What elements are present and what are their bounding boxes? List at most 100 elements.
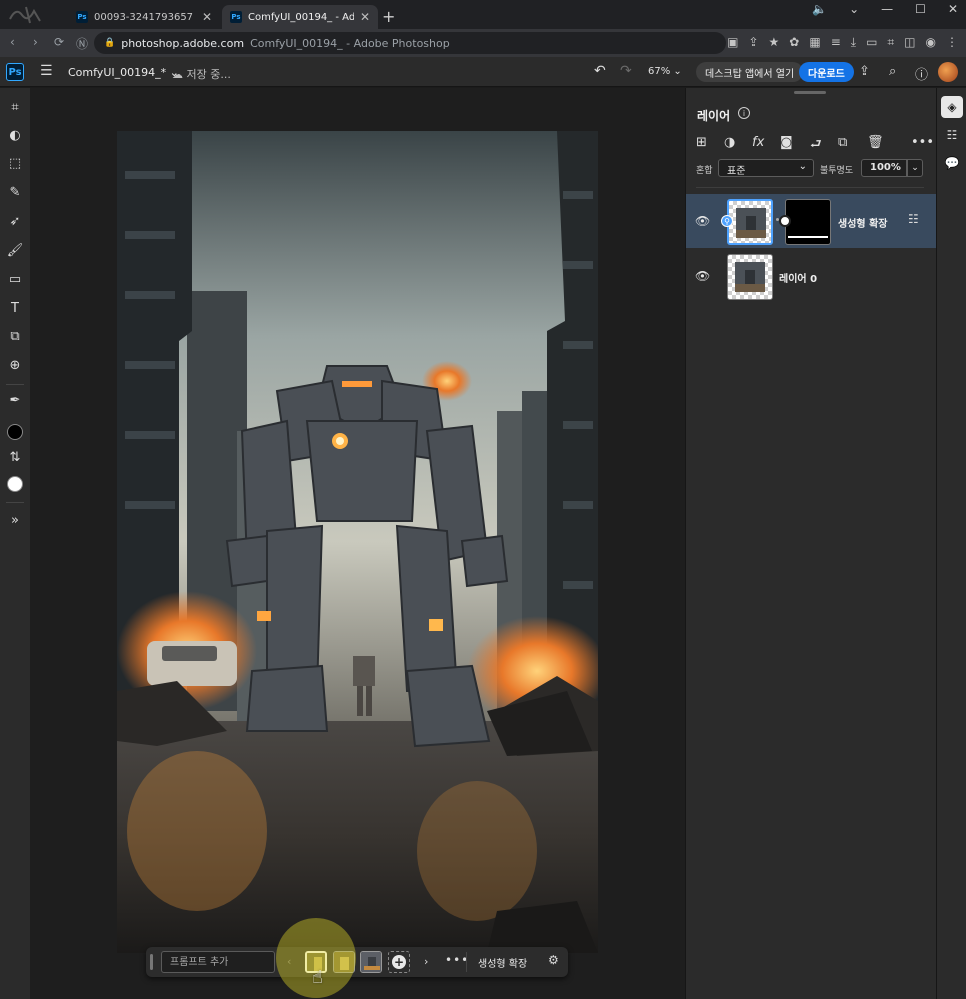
blend-mode-select[interactable]: 표준 ⌄ — [718, 159, 814, 177]
address-bar[interactable]: 🔒 photoshop.adobe.com ComfyUI_00194_ - A… — [94, 32, 726, 54]
tools-panel: ⌗ ◐ ⬚ ✎ ➶ 🖌 ▭ T ⧉ ⊕ ✒ ⇅ » — [0, 88, 30, 999]
quick-action-tool-icon[interactable]: ➶ — [7, 213, 23, 229]
download-button[interactable]: 다운로드 — [799, 62, 854, 82]
layer-name[interactable]: 레이어 0 — [779, 270, 817, 285]
opacity-input[interactable]: 100% — [861, 159, 907, 177]
more-options-icon[interactable]: ••• — [911, 135, 934, 150]
clip-icon[interactable]: ⮐ — [810, 135, 822, 157]
maximize-button[interactable]: ☐ — [915, 2, 926, 16]
help-icon[interactable]: ⓘ — [915, 64, 928, 83]
image-place-tool-icon[interactable]: ⧉ — [7, 328, 23, 344]
visibility-eye-icon[interactable]: 👁 — [695, 269, 710, 283]
tab-doc-00093[interactable]: Ps 00093-3241793657 - Adobe ✕ — [68, 5, 220, 29]
foreground-color-swatch[interactable] — [7, 424, 23, 440]
layers-panel-icon[interactable]: ◈ — [941, 96, 963, 118]
visibility-eye-icon[interactable]: 👁 — [695, 214, 710, 228]
generative-expand-label[interactable]: 생성형 확장 — [478, 955, 527, 970]
layer-properties-icon[interactable]: ☷ — [908, 212, 919, 226]
open-in-desktop-button[interactable]: 데스크탑 앱에서 열기 — [696, 62, 804, 82]
canvas-image-robot-city[interactable] — [117, 131, 598, 953]
background-color-swatch[interactable] — [7, 476, 23, 492]
save-status: ☁ 저장 중... — [172, 68, 231, 81]
layers-panel: 레이어 i ⊞ ◑ fx ◙ ⮐ ⧉ 🗑 ••• 혼합 표준 ⌄ 불투명도 10… — [685, 88, 936, 999]
healing-brush-tool-icon[interactable]: ✎ — [7, 184, 23, 200]
zoom-value: 67% — [648, 66, 671, 77]
drag-handle[interactable] — [150, 954, 153, 970]
properties-panel-icon[interactable]: ☷ — [941, 124, 963, 146]
panel-drag-handle[interactable] — [794, 91, 826, 94]
comments-panel-icon[interactable]: 💬 — [941, 152, 963, 174]
layer-mask-thumbnail[interactable] — [785, 199, 831, 245]
mask-icon[interactable]: ◙ — [780, 135, 793, 150]
minimize-button[interactable]: — — [881, 2, 893, 16]
prompt-input[interactable] — [161, 951, 275, 973]
back-icon[interactable]: ‹ — [10, 35, 15, 49]
photoshop-favicon-icon: Ps — [76, 11, 88, 23]
avatar[interactable] — [938, 62, 958, 82]
menu-icon[interactable]: ⋮ — [946, 35, 958, 50]
adjustment-layer-icon[interactable]: ◑ — [724, 135, 735, 150]
lock-icon: 🔒 — [104, 38, 116, 48]
share-icon[interactable]: ⇪ — [859, 64, 870, 79]
redo-icon[interactable]: ↷ — [620, 63, 632, 79]
opacity-chevron-icon[interactable]: ⌄ — [907, 159, 923, 177]
variation-thumbnail-3[interactable] — [360, 951, 382, 973]
generative-tool-icon[interactable]: ⊕ — [7, 357, 23, 373]
screenshot-icon[interactable]: ⌗ — [887, 35, 894, 50]
document-name-menu[interactable]: ComfyUI_00194_* ⌄ — [68, 66, 179, 79]
zoom-level-dropdown[interactable]: 67% ⌄ — [648, 66, 682, 77]
close-window-button[interactable]: ✕ — [948, 2, 958, 16]
download-icon[interactable]: ⤓ — [851, 35, 856, 50]
extension-icon[interactable]: ✿ — [789, 35, 799, 50]
profile-icon[interactable]: ◉ — [926, 35, 936, 50]
url-host: photoshop.adobe.com — [121, 36, 245, 50]
next-variation-icon[interactable]: › — [424, 955, 428, 968]
hamburger-menu-icon[interactable]: ☰ — [40, 63, 53, 79]
mask-badge-icon — [779, 215, 791, 227]
layer-row-generative-expand[interactable]: 👁 ⚲ 생성형 확장 ☷ — [686, 194, 936, 248]
object-select-tool-icon[interactable]: ⬚ — [7, 155, 23, 171]
delete-layer-icon[interactable]: 🗑 — [867, 135, 884, 150]
generate-more-button[interactable]: + — [388, 951, 410, 973]
forward-icon[interactable]: › — [33, 35, 38, 49]
sidebar-icon[interactable]: ◫ — [904, 35, 915, 50]
reload-icon[interactable]: ⟳ — [54, 35, 64, 49]
video-icon[interactable]: ▭ — [866, 35, 877, 50]
brush-tool-icon[interactable]: 🖌 — [7, 242, 24, 258]
swap-colors-icon[interactable]: ⇅ — [7, 449, 23, 465]
flag-icon[interactable]: ▦ — [809, 35, 820, 50]
photoshop-logo[interactable]: Ps — [6, 63, 24, 81]
speaker-icon[interactable]: 🔈 — [812, 2, 827, 16]
stack-layers-icon[interactable]: ⧉ — [838, 135, 847, 150]
settings-sliders-icon[interactable]: ⚙ — [548, 953, 559, 967]
shape-tool-icon[interactable]: ▭ — [7, 271, 23, 287]
search-icon[interactable]: ⌕ — [889, 64, 896, 79]
blend-mode-label: 혼합 — [696, 166, 713, 176]
layer-row-layer-0[interactable]: 👁 레이어 0 — [686, 249, 936, 303]
reading-list-icon[interactable]: ≡ — [831, 35, 841, 50]
close-tab-icon[interactable]: ✕ — [360, 10, 370, 24]
layer-thumbnail[interactable] — [727, 199, 773, 245]
n-extension-icon[interactable]: Ⓝ — [76, 35, 88, 52]
add-layer-icon[interactable]: ⊞ — [696, 135, 707, 150]
cast-icon[interactable]: ▣ — [727, 35, 738, 50]
adjust-tool-icon[interactable]: ◐ — [7, 127, 23, 143]
info-icon[interactable]: i — [738, 107, 750, 119]
browser-nav-bar: ‹ › ⟳ Ⓝ 🔒 photoshop.adobe.com ComfyUI_00… — [0, 29, 966, 57]
app-header: Ps ☰ ComfyUI_00194_* ⌄ ☁ 저장 중... ↶ ↷ 67%… — [0, 57, 966, 87]
close-tab-icon[interactable]: ✕ — [202, 10, 212, 24]
bookmark-star-icon[interactable]: ★ — [769, 35, 780, 50]
share-icon[interactable]: ⇪ — [748, 35, 758, 50]
eyedropper-tool-icon[interactable]: ✒ — [7, 392, 23, 408]
browser-tab-strip: Ps 00093-3241793657 - Adobe ✕ Ps ComfyUI… — [0, 0, 966, 29]
layer-thumbnail[interactable] — [727, 254, 773, 300]
fx-icon[interactable]: fx — [752, 135, 764, 150]
expand-toolbar-icon[interactable]: » — [7, 512, 23, 528]
new-tab-button[interactable]: + — [382, 7, 395, 26]
tab-doc-comfyui[interactable]: Ps ComfyUI_00194_ - Adobe P ✕ — [222, 5, 378, 29]
undo-icon[interactable]: ↶ — [594, 63, 606, 79]
chevron-down-icon[interactable]: ⌄ — [849, 2, 859, 16]
type-tool-icon[interactable]: T — [7, 300, 23, 316]
layer-name[interactable]: 생성형 확장 — [838, 215, 887, 230]
crop-tool-icon[interactable]: ⌗ — [7, 99, 23, 115]
